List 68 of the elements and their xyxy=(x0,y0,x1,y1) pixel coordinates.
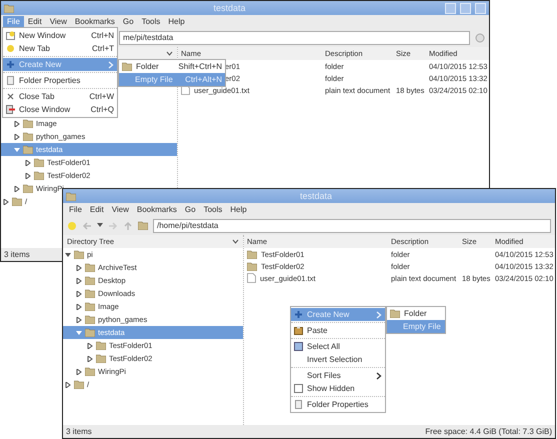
menu-item[interactable]: Folder xyxy=(387,307,445,320)
expanded-triangle-icon[interactable] xyxy=(65,252,71,258)
collapsed-triangle-icon[interactable] xyxy=(76,278,82,284)
document-icon xyxy=(6,76,15,85)
collapsed-triangle-icon[interactable] xyxy=(87,356,93,362)
status-text: 3 items xyxy=(66,427,92,436)
path-field[interactable]: /home/pi/testdata xyxy=(153,218,551,232)
collapsed-triangle-icon[interactable] xyxy=(3,198,9,204)
menu-bar-item[interactable]: Edit xyxy=(86,204,108,216)
menu-bar-item[interactable]: Go xyxy=(180,204,200,216)
menu-bar-item[interactable]: File xyxy=(65,204,86,216)
menu-item[interactable]: Show Hidden xyxy=(291,382,385,395)
collapsed-triangle-icon[interactable] xyxy=(87,342,93,348)
select-all-icon xyxy=(294,342,303,351)
menu-bar-item[interactable]: Bookmarks xyxy=(70,16,119,28)
menu-item[interactable]: Paste xyxy=(291,324,385,337)
menu-item[interactable]: Select All xyxy=(291,340,385,353)
menu-bar-item[interactable]: View xyxy=(108,204,133,216)
folder-icon xyxy=(66,192,76,200)
menu-bar-item[interactable]: Help xyxy=(164,16,189,28)
folder-icon xyxy=(138,221,148,230)
collapsed-triangle-icon[interactable] xyxy=(76,368,82,374)
collapsed-triangle-icon[interactable] xyxy=(14,134,20,140)
checkbox[interactable] xyxy=(294,384,303,393)
menu-item[interactable]: Folder Properties xyxy=(291,398,385,411)
path-field[interactable]: me/pi/testdata xyxy=(119,30,470,44)
folder-icon xyxy=(4,4,14,12)
plus-icon xyxy=(294,310,303,319)
menu-bar-item[interactable]: View xyxy=(46,16,71,28)
chevron-down-icon[interactable] xyxy=(166,51,173,56)
document-icon xyxy=(294,400,303,409)
collapsed-triangle-icon[interactable] xyxy=(25,172,31,178)
menu-bar-item[interactable]: Bookmarks xyxy=(132,204,181,216)
clipboard-icon xyxy=(294,326,303,335)
menu-bar-item[interactable]: Edit xyxy=(24,16,46,28)
collapsed-triangle-icon[interactable] xyxy=(14,186,20,192)
collapsed-triangle-icon[interactable] xyxy=(65,382,71,388)
menu-bar-item[interactable]: Tools xyxy=(138,16,164,28)
close-icon xyxy=(6,92,15,101)
menu-item[interactable]: Close Window Ctrl+Q xyxy=(3,103,117,116)
plus-icon xyxy=(6,60,15,69)
menu-item[interactable]: Folder Shift+Ctrl+N xyxy=(119,60,225,73)
status-text: 3 items xyxy=(4,250,30,259)
menu-item[interactable]: New Tab Ctrl+T xyxy=(3,42,117,55)
collapsed-triangle-icon[interactable] xyxy=(76,290,82,296)
window-icon xyxy=(6,31,15,40)
menu-bar-item[interactable]: Tools xyxy=(200,204,226,216)
window-title: testdata xyxy=(298,191,334,201)
dropdown-icon[interactable] xyxy=(97,223,103,228)
free-space-text: Free space: 4.4 GiB (Total: 7.3 GiB) xyxy=(425,427,552,436)
menu-bar-item[interactable]: Go xyxy=(118,16,138,28)
chevron-down-icon[interactable] xyxy=(232,239,239,244)
folder-icon xyxy=(122,62,132,71)
collapsed-triangle-icon[interactable] xyxy=(76,304,82,310)
window-title: testdata xyxy=(212,3,247,13)
collapsed-triangle-icon[interactable] xyxy=(25,160,31,166)
menu-item[interactable]: Sort Files xyxy=(291,369,385,382)
collapsed-triangle-icon[interactable] xyxy=(14,120,20,126)
menu-item[interactable]: New Window Ctrl+N xyxy=(3,29,117,42)
menu-bar-item[interactable]: Help xyxy=(226,204,251,216)
menu-item[interactable]: Invert Selection xyxy=(291,353,385,366)
menu-item[interactable]: Folder Properties xyxy=(3,74,117,87)
collapsed-triangle-icon[interactable] xyxy=(76,316,82,322)
folder-icon xyxy=(390,309,400,318)
collapsed-triangle-icon[interactable] xyxy=(76,264,82,270)
menu-item[interactable]: Close Tab Ctrl+W xyxy=(3,90,117,103)
text-file-icon xyxy=(247,273,256,283)
exit-icon xyxy=(6,105,15,114)
